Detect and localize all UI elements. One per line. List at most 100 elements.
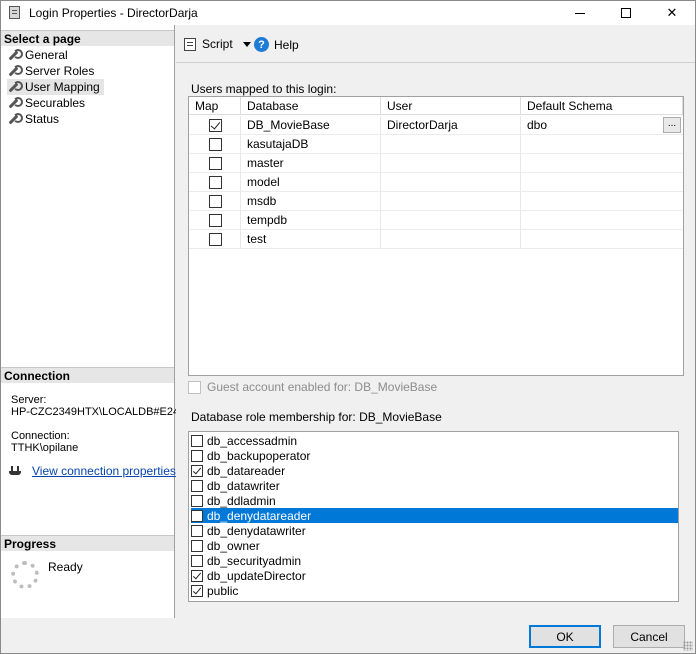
user-cell xyxy=(381,230,521,249)
role-name: db_denydatawriter xyxy=(207,523,306,538)
role-checkbox[interactable] xyxy=(191,569,203,582)
progress-status: Ready xyxy=(48,560,83,574)
list-item[interactable]: db_securityadmin xyxy=(191,553,678,568)
connection-label: Connection: xyxy=(11,430,70,442)
cancel-button[interactable]: Cancel xyxy=(613,625,685,648)
wrench-icon xyxy=(7,64,23,78)
select-page-header: Select a page xyxy=(1,30,174,46)
list-item[interactable]: db_updateDirector xyxy=(191,568,678,583)
guest-account-option: Guest account enabled for: DB_MovieBase xyxy=(188,380,437,394)
grid-header: Map Database User Default Schema xyxy=(189,97,683,115)
table-row[interactable]: master xyxy=(189,154,683,173)
browse-schema-button[interactable]: ... xyxy=(663,117,681,133)
map-checkbox[interactable] xyxy=(209,176,222,189)
guest-account-label: Guest account enabled for: DB_MovieBase xyxy=(207,380,438,394)
map-checkbox[interactable] xyxy=(209,233,222,246)
map-cell xyxy=(189,173,241,192)
table-row[interactable]: kasutajaDB xyxy=(189,135,683,154)
maximize-button[interactable] xyxy=(603,1,649,25)
list-item[interactable]: db_ddladmin xyxy=(191,493,678,508)
map-cell xyxy=(189,154,241,173)
right-pane: Script ? Help Users mapped to this login… xyxy=(176,25,695,618)
table-row[interactable]: tempdb xyxy=(189,211,683,230)
database-cell: test xyxy=(241,230,381,249)
map-checkbox[interactable] xyxy=(209,119,222,132)
wrench-icon xyxy=(7,48,23,62)
column-header-map[interactable]: Map xyxy=(189,97,241,115)
role-checkbox[interactable] xyxy=(191,524,203,537)
help-icon: ? xyxy=(254,37,269,52)
page-item-status[interactable]: Status xyxy=(7,111,59,127)
view-connection-properties-text[interactable]: View connection properties xyxy=(32,464,176,478)
minimize-icon xyxy=(575,12,585,14)
map-checkbox[interactable] xyxy=(209,195,222,208)
role-checkbox[interactable] xyxy=(191,479,203,492)
list-item[interactable]: db_denydatawriter xyxy=(191,523,678,538)
page-item-label: Status xyxy=(25,112,60,126)
role-checkbox[interactable] xyxy=(191,554,203,567)
list-item-selected[interactable]: db_denydatareader xyxy=(191,508,678,523)
column-header-default-schema[interactable]: Default Schema xyxy=(521,97,683,115)
table-row[interactable]: test xyxy=(189,230,683,249)
chevron-down-icon[interactable] xyxy=(242,41,251,47)
schema-cell xyxy=(521,154,683,173)
page-item-user-mapping[interactable]: User Mapping xyxy=(7,79,104,95)
role-checkbox[interactable] xyxy=(191,494,203,507)
role-checkbox[interactable] xyxy=(191,539,203,552)
ok-button[interactable]: OK xyxy=(529,625,601,648)
user-cell xyxy=(381,154,521,173)
resize-grip-icon[interactable] xyxy=(683,641,693,651)
list-item[interactable]: db_datareader xyxy=(191,463,678,478)
left-pane: Select a page General Server Roles User … xyxy=(1,25,179,618)
close-button[interactable]: ✕ xyxy=(649,1,695,25)
list-item[interactable]: db_owner xyxy=(191,538,678,553)
script-button[interactable]: Script xyxy=(184,37,251,51)
maximize-icon xyxy=(621,8,631,18)
map-checkbox[interactable] xyxy=(209,138,222,151)
page-item-general[interactable]: General xyxy=(7,47,68,63)
role-checkbox[interactable] xyxy=(191,464,203,477)
map-checkbox[interactable] xyxy=(209,214,222,227)
role-checkbox[interactable] xyxy=(191,509,203,522)
map-checkbox[interactable] xyxy=(209,157,222,170)
role-membership-label: Database role membership for: DB_MovieBa… xyxy=(191,410,442,424)
list-item[interactable]: public xyxy=(191,583,678,598)
page-item-server-roles[interactable]: Server Roles xyxy=(7,63,94,79)
table-row[interactable]: DB_MovieBase DirectorDarja dbo ... xyxy=(189,116,683,135)
toolbar: Script ? Help xyxy=(176,25,695,63)
role-name: db_backupoperator xyxy=(207,448,311,463)
map-cell xyxy=(189,135,241,154)
role-membership-list: db_accessadmin db_backupoperator db_data… xyxy=(188,431,679,602)
wrench-icon xyxy=(7,80,23,94)
help-button[interactable]: ? Help xyxy=(254,37,299,52)
schema-cell[interactable]: dbo ... xyxy=(521,116,683,135)
role-name: db_denydatareader xyxy=(207,508,312,523)
page-item-label: User Mapping xyxy=(25,80,100,94)
help-label: Help xyxy=(274,37,299,52)
minimize-button[interactable] xyxy=(557,1,603,25)
database-cell: tempdb xyxy=(241,211,381,230)
wrench-icon xyxy=(7,96,23,110)
users-mapping-grid: Map Database User Default Schema DB_Movi… xyxy=(188,96,684,376)
page-item-securables[interactable]: Securables xyxy=(7,95,85,111)
role-name: db_owner xyxy=(207,538,260,553)
list-item[interactable]: db_accessadmin xyxy=(191,433,678,448)
column-header-database[interactable]: Database xyxy=(241,97,381,115)
list-item[interactable]: db_backupoperator xyxy=(191,448,678,463)
role-checkbox[interactable] xyxy=(191,449,203,462)
table-row[interactable]: msdb xyxy=(189,192,683,211)
view-connection-properties-link[interactable]: View connection properties xyxy=(32,465,176,478)
user-cell[interactable]: DirectorDarja xyxy=(381,116,521,135)
user-cell xyxy=(381,211,521,230)
column-header-user[interactable]: User xyxy=(381,97,521,115)
window-app-icon xyxy=(9,6,20,19)
list-item[interactable]: db_datawriter xyxy=(191,478,678,493)
map-cell xyxy=(189,211,241,230)
role-checkbox[interactable] xyxy=(191,434,203,447)
schema-value: dbo xyxy=(527,118,548,132)
role-checkbox[interactable] xyxy=(191,584,203,597)
map-cell xyxy=(189,116,241,135)
server-value: HP-CZC2349HTX\LOCALDB#E24 xyxy=(11,406,180,418)
table-row[interactable]: model xyxy=(189,173,683,192)
database-cell: master xyxy=(241,154,381,173)
